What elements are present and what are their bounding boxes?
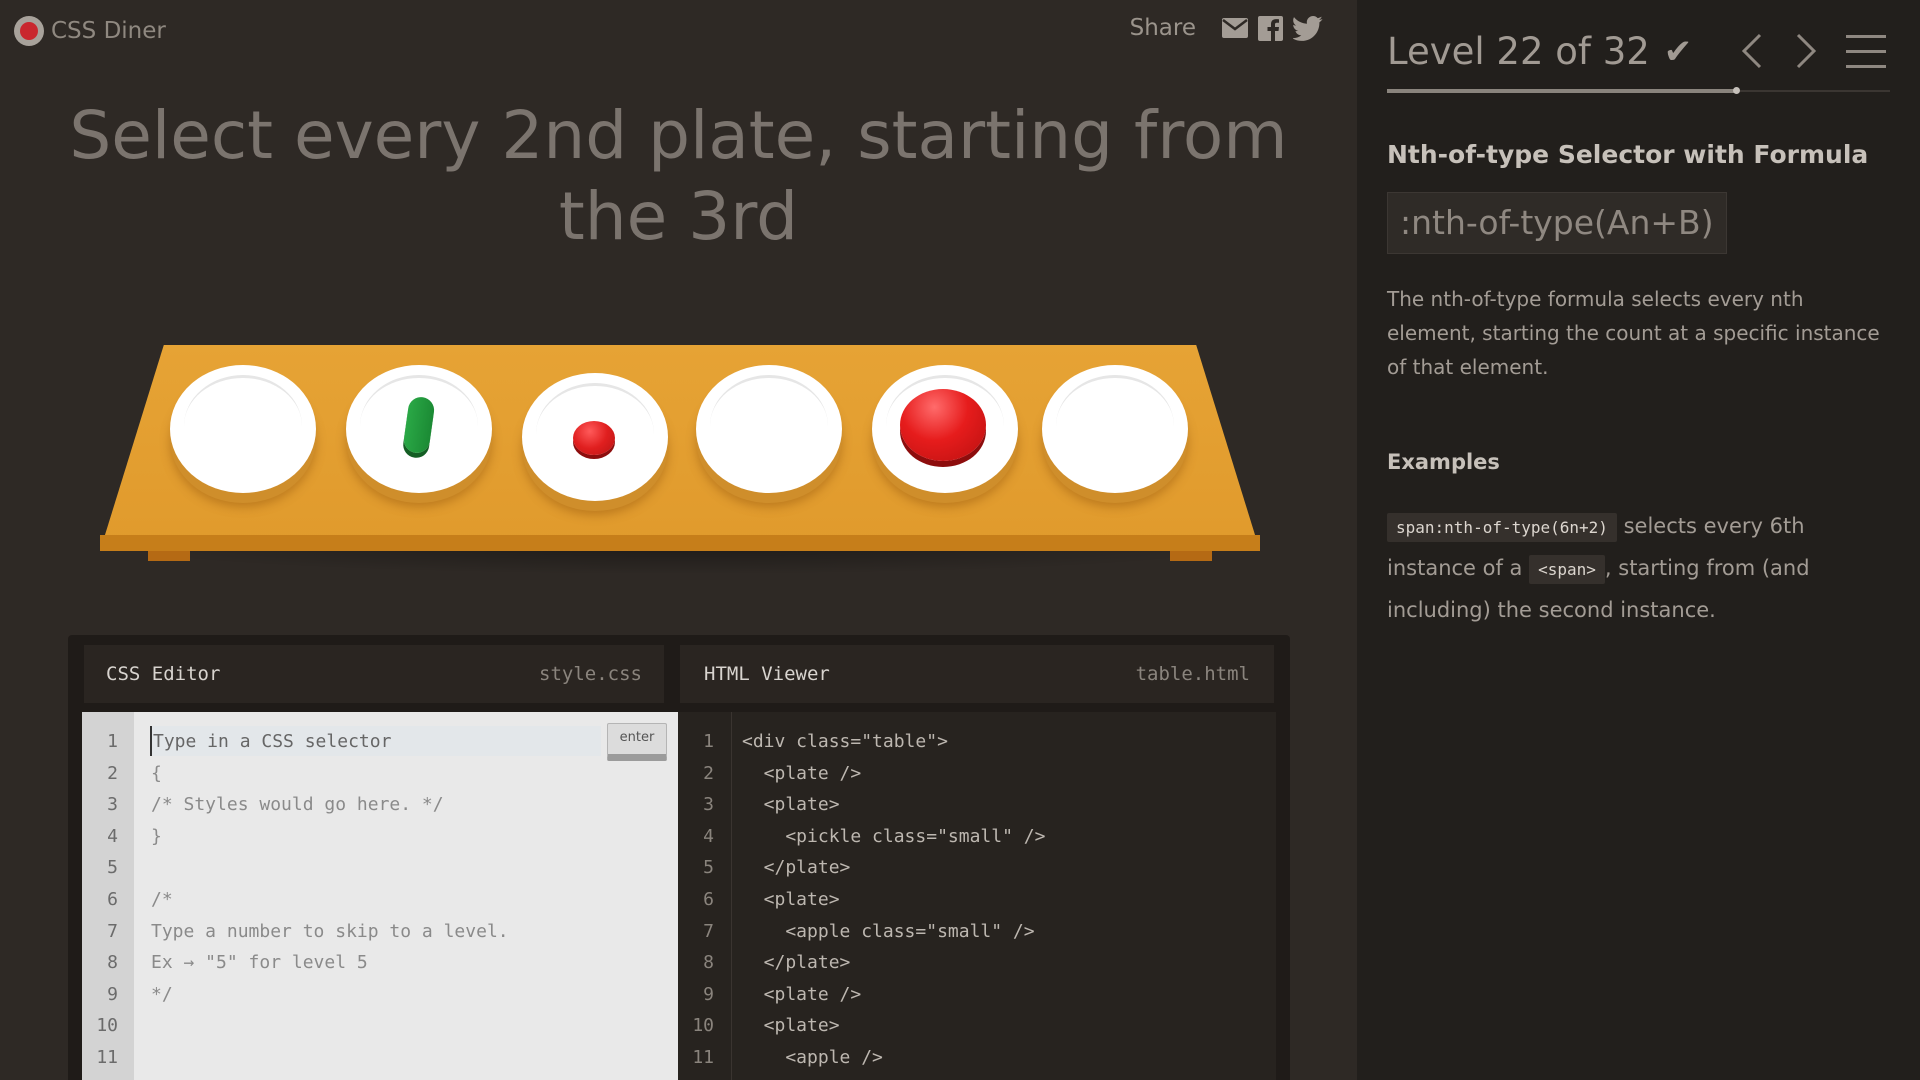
html-viewer-title: HTML Viewer xyxy=(704,663,830,685)
share-bar: Share xyxy=(1130,15,1323,41)
level-progress-remaining xyxy=(1740,90,1890,92)
logo[interactable]: CSS Diner xyxy=(14,16,166,46)
line-number: 11 xyxy=(692,1047,714,1068)
line-number: 1 xyxy=(703,731,714,752)
plate[interactable] xyxy=(1042,365,1188,493)
line-number: 2 xyxy=(703,762,714,784)
line-number: 1 xyxy=(107,731,118,752)
table xyxy=(100,345,1260,585)
line-number: 2 xyxy=(107,762,118,784)
selector-syntax: :nth-of-type(An+B) xyxy=(1387,192,1727,254)
line-number: 7 xyxy=(107,920,118,942)
line-number: 4 xyxy=(107,825,118,847)
line-number: 6 xyxy=(703,889,714,910)
sidebar: Level 22 of 32 ✔ Nth-of-type Selector wi… xyxy=(1357,0,1920,1080)
logo-icon xyxy=(14,16,44,46)
example-code-tag: <span> xyxy=(1529,555,1605,584)
plate[interactable] xyxy=(522,373,668,501)
plate[interactable] xyxy=(872,365,1018,493)
envelope-icon[interactable] xyxy=(1222,18,1248,38)
selector-name: Nth-of-type Selector with Formula xyxy=(1387,140,1869,169)
menu-icon[interactable] xyxy=(1846,34,1886,70)
code-line: /* xyxy=(151,889,173,910)
css-selector-input[interactable] xyxy=(150,726,601,756)
plate[interactable] xyxy=(170,365,316,493)
line-number: 10 xyxy=(96,1015,118,1037)
previous-level-button[interactable] xyxy=(1740,32,1764,70)
level-progress-marker xyxy=(1733,87,1740,94)
code-line: <plate> xyxy=(742,889,840,910)
twitter-icon[interactable] xyxy=(1293,15,1323,41)
examples-heading: Examples xyxy=(1387,450,1500,474)
code-line: <div class="table"> xyxy=(742,731,948,752)
table-edge xyxy=(100,535,1260,551)
css-editor-title: CSS Editor xyxy=(106,663,221,685)
code-line: <apple class="small" /> xyxy=(742,920,1035,942)
pickle-small[interactable] xyxy=(402,395,436,455)
level-progress-bar xyxy=(1387,89,1737,93)
code-line: /* Styles would go here. */ xyxy=(151,794,444,816)
apple-small[interactable] xyxy=(573,421,615,455)
apple[interactable] xyxy=(900,389,986,461)
line-number: 11 xyxy=(96,1047,118,1068)
html-viewer-filename: table.html xyxy=(1135,663,1250,685)
example: span:nth-of-type(6n+2) selects every 6th… xyxy=(1387,506,1897,630)
line-number: 9 xyxy=(107,983,118,1005)
code-line: */ xyxy=(151,983,173,1005)
line-number: 7 xyxy=(703,920,714,942)
plate[interactable] xyxy=(346,365,492,493)
code-line: <pickle class="small" /> xyxy=(742,825,1046,847)
facebook-icon[interactable] xyxy=(1258,15,1283,41)
css-editor: 1 2 {3 /* Styles would go here. */ 4} 5 6 /* 7 Ty… xyxy=(82,712,678,1080)
css-editor-filename: style.css xyxy=(539,663,642,685)
code-line: </plate> xyxy=(742,857,851,879)
line-number: 3 xyxy=(107,794,118,816)
line-number: 5 xyxy=(703,857,714,879)
line-number: 8 xyxy=(107,952,118,974)
line-number: 10 xyxy=(692,1015,714,1037)
code-line: Type a number to skip to a level. xyxy=(151,920,509,942)
line-number: 5 xyxy=(107,857,118,879)
code-line: <plate> xyxy=(742,794,840,816)
html-viewer: 1 <div class="table"> 2 <plate /> 3 <plate>… xyxy=(678,712,1276,1080)
plate[interactable] xyxy=(696,365,842,493)
line-number: 6 xyxy=(107,889,118,910)
line-number: 4 xyxy=(703,825,714,847)
code-line: Ex → "5" for level 5 xyxy=(151,952,368,974)
line-number: 3 xyxy=(703,794,714,816)
code-line: <plate /> xyxy=(742,762,862,784)
code-line: <apple /> xyxy=(742,1047,883,1068)
code-line: <plate /> xyxy=(742,983,862,1005)
logo-text: CSS Diner xyxy=(51,18,166,44)
editor-panel: CSS Editor style.css HTML Viewer table.h… xyxy=(68,635,1290,1080)
line-number: 9 xyxy=(703,983,714,1005)
next-level-button[interactable] xyxy=(1794,32,1818,70)
level-indicator[interactable]: Level 22 of 32 ✔ xyxy=(1387,30,1692,73)
share-label: Share xyxy=(1129,15,1196,41)
code-line: <plate> xyxy=(742,1015,840,1037)
enter-button[interactable]: enter xyxy=(607,723,667,761)
checkmark-icon: ✔ xyxy=(1663,31,1693,72)
example-code: span:nth-of-type(6n+2) xyxy=(1387,513,1617,542)
code-line: </plate> xyxy=(742,952,851,974)
line-number: 8 xyxy=(703,952,714,974)
game-area: CSS Diner Share Select every 2nd plate, … xyxy=(0,0,1357,1080)
level-instruction: Select every 2nd plate, starting from th… xyxy=(69,97,1288,255)
selector-description: The nth-of-type formula selects every nt… xyxy=(1387,287,1880,379)
level-text: Level 22 of 32 xyxy=(1387,30,1650,73)
code-line: { xyxy=(151,762,162,784)
code-line: } xyxy=(151,825,162,847)
css-editor-header: CSS Editor style.css xyxy=(84,645,664,703)
html-viewer-header: HTML Viewer table.html xyxy=(680,645,1274,703)
